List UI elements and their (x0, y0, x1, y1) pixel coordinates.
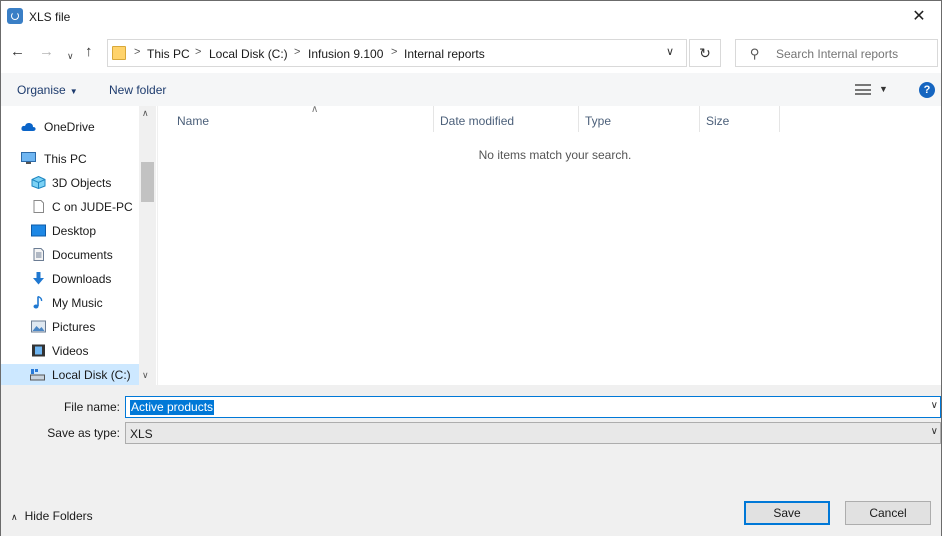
savetype-label: Save as type: (47, 426, 120, 440)
folder-icon (112, 46, 126, 60)
sidebar-item-downloads[interactable]: Downloads (1, 268, 139, 290)
filename-field[interactable]: Active products ∨ (125, 396, 941, 418)
hide-folders-button[interactable]: ∧ Hide Folders (11, 509, 93, 523)
scroll-down-icon[interactable]: ∨ (142, 370, 149, 381)
close-button[interactable]: ✕ (897, 1, 941, 33)
filename-label: File name: (63, 400, 120, 414)
hide-folders-label: Hide Folders (24, 509, 93, 523)
organise-label: Organise (17, 83, 66, 97)
file-list: Name ∧ Date modified Type Size No items … (158, 104, 941, 385)
breadcrumb-separator-icon[interactable]: > (294, 46, 300, 58)
search-input[interactable] (776, 44, 934, 64)
sidebar-item-3d-objects[interactable]: 3D Objects (1, 172, 139, 194)
caret-down-icon: ▼ (69, 87, 78, 96)
desktop-icon (31, 224, 46, 237)
sidebar-item-pictures[interactable]: Pictures (1, 316, 139, 338)
sidebar-item-label: 3D Objects (52, 176, 112, 190)
view-caret-down-icon[interactable]: ▼ (879, 84, 888, 94)
sidebar-item-label: Pictures (52, 320, 96, 334)
save-form: File name: Active products ∨ Save as typ… (1, 385, 941, 536)
sidebar-item-videos[interactable]: Videos (1, 340, 139, 362)
navigation-pane: OneDrive This PC 3D Objects C on JUDE-PC… (1, 106, 157, 386)
savetype-dropdown-icon[interactable]: ∨ (931, 426, 938, 437)
breadcrumb-separator-icon[interactable]: > (391, 46, 397, 58)
command-toolbar: Organise ▼ New folder ▼ ? (1, 73, 941, 106)
search-icon: ⚲ (750, 46, 760, 61)
save-button[interactable]: Save (744, 501, 830, 525)
cloud-icon (21, 122, 36, 131)
video-icon (32, 344, 45, 357)
sidebar-item-label: Documents (52, 248, 113, 262)
search-box[interactable]: ⚲ (735, 39, 938, 67)
sidebar-item-c-on-jude-pc[interactable]: C on JUDE-PC (1, 196, 139, 218)
savetype-value: XLS (130, 427, 153, 441)
drive-icon (30, 369, 45, 381)
breadcrumb-separator-icon[interactable]: > (134, 46, 140, 58)
sidebar-item-this-pc[interactable]: This PC (1, 148, 139, 170)
sidebar-item-label: Desktop (52, 224, 97, 238)
refresh-button[interactable]: ↻ (689, 39, 721, 67)
address-bar[interactable]: > This PC > Local Disk (C:) > Infusion 9… (107, 39, 687, 67)
breadcrumb-local-disk[interactable]: Local Disk (C:) (209, 47, 288, 61)
column-header-size[interactable]: Size (700, 106, 780, 132)
savetype-select[interactable]: XLS ∨ (125, 422, 941, 444)
up-arrow-icon[interactable]: ↑ (85, 43, 93, 61)
filename-dropdown-icon[interactable]: ∨ (931, 400, 938, 411)
app-power-icon (7, 8, 23, 24)
address-dropdown-icon[interactable]: ∨ (666, 45, 674, 58)
breadcrumb-infusion[interactable]: Infusion 9.100 (308, 47, 383, 61)
cancel-button[interactable]: Cancel (845, 501, 931, 525)
computer-icon (21, 152, 36, 164)
sidebar-item-documents[interactable]: Documents (1, 244, 139, 266)
sidebar-item-onedrive[interactable]: OneDrive (1, 116, 139, 138)
sidebar-item-label: OneDrive (44, 120, 95, 134)
view-options-icon[interactable] (855, 84, 871, 95)
sidebar-item-my-music[interactable]: My Music (1, 292, 139, 314)
help-icon[interactable]: ? (919, 82, 935, 98)
save-dialog: XLS file ✕ ← → ∨ ↑ > This PC > Local Dis… (0, 0, 942, 536)
pictures-icon (31, 320, 46, 333)
empty-message: No items match your search. (478, 148, 632, 162)
navigation-scrollbar[interactable]: ∧ ∨ (139, 106, 156, 385)
scrollbar-thumb[interactable] (141, 162, 154, 202)
breadcrumb-separator-icon[interactable]: > (195, 46, 201, 58)
sidebar-item-label: This PC (44, 152, 87, 166)
column-header-type[interactable]: Type (579, 106, 700, 132)
organise-menu-button[interactable]: Organise ▼ (17, 83, 78, 97)
new-folder-button[interactable]: New folder (109, 83, 166, 97)
sidebar-item-label: My Music (52, 296, 103, 310)
breadcrumb-internal-reports[interactable]: Internal reports (404, 47, 485, 61)
scroll-up-icon[interactable]: ∧ (142, 108, 149, 119)
download-icon (33, 272, 44, 285)
filename-value[interactable]: Active products (130, 400, 215, 415)
document-icon (33, 200, 44, 213)
sort-ascending-icon: ∧ (311, 104, 319, 115)
sidebar-item-label: Downloads (52, 272, 112, 286)
sidebar-item-local-disk[interactable]: Local Disk (C:) (1, 364, 139, 386)
back-arrow-icon[interactable]: ← (10, 43, 25, 61)
caret-up-icon: ∧ (11, 512, 18, 522)
cube-icon (31, 176, 46, 189)
window-title: XLS file (29, 10, 71, 24)
recent-locations-chevron-icon[interactable]: ∨ (67, 47, 74, 65)
sidebar-item-label: Videos (52, 344, 89, 358)
column-header-date-modified[interactable]: Date modified (434, 106, 579, 132)
sidebar-item-label: Local Disk (C:) (52, 368, 131, 382)
column-header-name[interactable]: Name ∧ (171, 104, 434, 132)
music-icon (33, 296, 43, 309)
title-bar: XLS file ✕ (1, 1, 941, 33)
sidebar-item-label: C on JUDE-PC (52, 200, 133, 214)
documents-icon (33, 248, 44, 261)
breadcrumb-this-pc[interactable]: This PC (147, 47, 190, 61)
sidebar-item-desktop[interactable]: Desktop (1, 220, 139, 242)
forward-arrow-icon[interactable]: → (39, 43, 54, 61)
